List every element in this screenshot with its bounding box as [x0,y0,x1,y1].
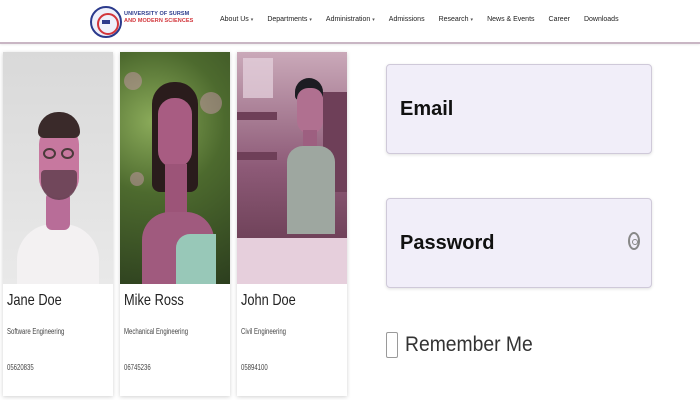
profile-id: 05894100 [241,363,268,372]
profile-id: 06745236 [124,363,151,372]
nav-career[interactable]: Career [549,16,570,23]
nav-label: About Us [220,16,249,23]
password-input[interactable] [387,199,651,287]
nav-label: News & Events [487,16,535,23]
nav-news-events[interactable]: News & Events [487,16,534,23]
profile-photo [3,52,113,284]
nav-about-us[interactable]: About Us ▾ [220,16,253,23]
nav-administration[interactable]: Administration ▾ [326,16,375,23]
profile-name: Mike Ross [124,292,184,309]
nav-downloads[interactable]: Downloads [584,16,619,23]
brand-line-2: AND MODERN SCIENCES [124,18,194,24]
profile-card[interactable]: John Doe Civil Engineering 05894100 [237,52,347,396]
nav-research[interactable]: Research ▾ [439,16,473,23]
chevron-down-icon: ▾ [250,16,254,23]
profile-name: Jane Doe [7,292,62,309]
brand-line-1: UNIVERSITY OF SURSM [124,11,190,17]
nav-label: Admissions [388,16,425,23]
profile-id: 05620835 [7,363,34,372]
nav-label: Downloads [583,16,619,23]
remember-me-label[interactable]: Remember Me [405,333,533,357]
password-field[interactable] [386,198,652,288]
nav-label: Administration [325,16,371,23]
profile-photo [237,52,347,284]
chevron-down-icon: ▾ [470,16,474,23]
nav-label: Departments [267,16,308,23]
profile-photo [120,52,230,284]
chevron-down-icon: ▾ [309,16,312,23]
site-header: UNIVERSITY OF SURSM AND MODERN SCIENCES … [0,0,700,44]
university-logo-icon[interactable] [90,6,122,38]
nav-label: Career [548,16,570,23]
profile-department: Software Engineering [7,327,65,336]
remember-me[interactable]: Remember Me [386,332,544,358]
main-nav: About Us ▾ Departments ▾ Administration ▾ A… [220,16,619,23]
profile-department: Civil Engineering [241,327,287,336]
profile-card[interactable]: Mike Ross Mechanical Engineering 0674523… [120,52,230,396]
chevron-down-icon: ▾ [372,16,375,23]
nav-label: Research [438,16,469,23]
email-field[interactable] [386,64,652,154]
profile-card[interactable]: Jane Doe Software Engineering 05620835 [3,52,113,396]
email-input[interactable] [387,65,651,153]
remember-me-checkbox[interactable] [386,332,398,358]
eye-icon[interactable] [628,232,640,250]
profile-department: Mechanical Engineering [124,327,189,336]
profile-name: John Doe [241,292,296,309]
nav-departments[interactable]: Departments ▾ [267,16,312,23]
university-name[interactable]: UNIVERSITY OF SURSM AND MODERN SCIENCES [124,11,194,25]
nav-admissions[interactable]: Admissions [389,16,425,23]
